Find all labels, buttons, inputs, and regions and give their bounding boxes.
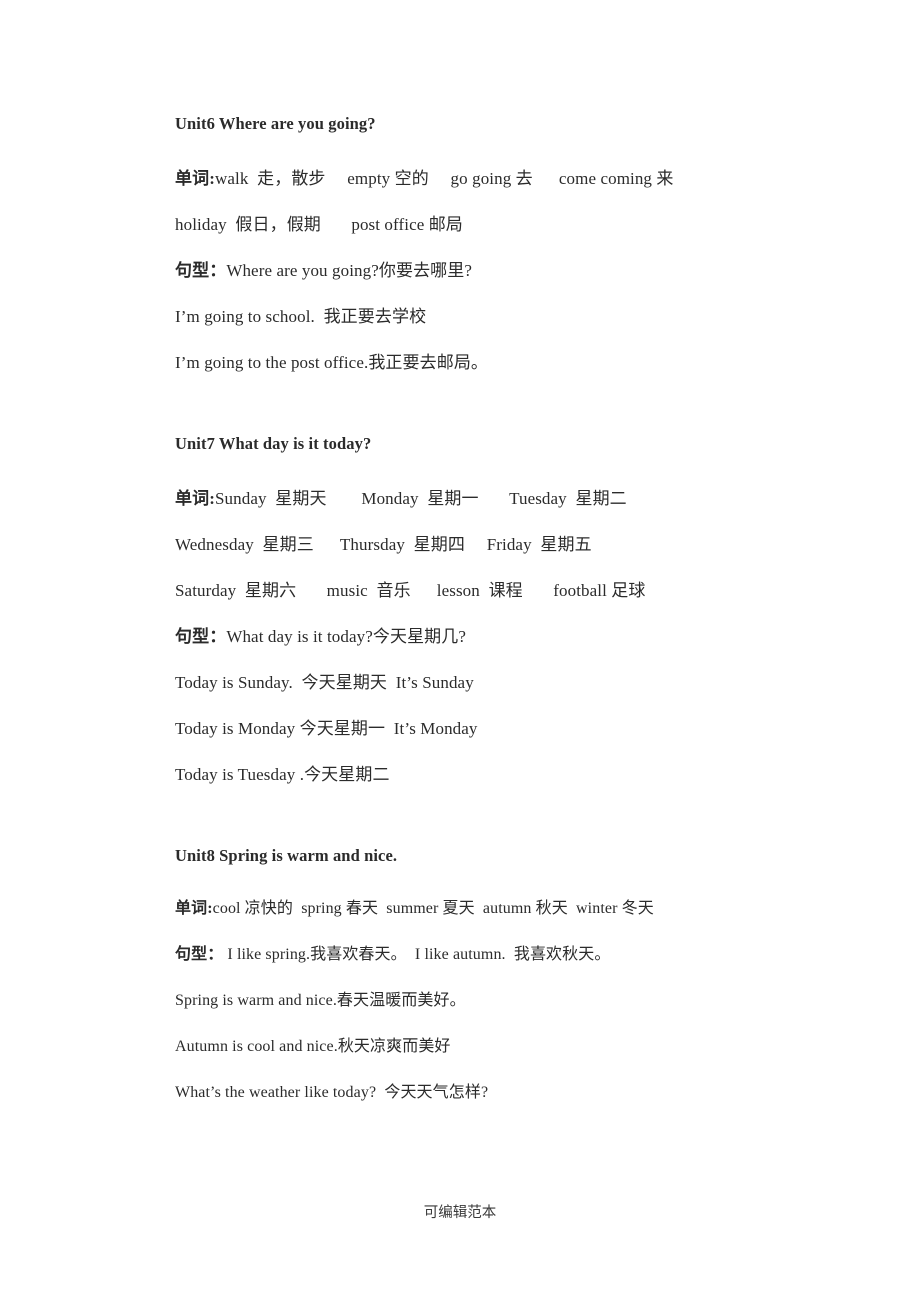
pattern-line: 句型： I like spring.我喜欢春天。 I like autumn. …: [175, 932, 755, 978]
unit-heading: Unit8 Spring is warm and nice.: [175, 846, 398, 865]
pattern-text: Autumn is cool and nice.秋天凉爽而美好: [175, 1038, 451, 1055]
vocabulary-label: 单词:: [175, 900, 213, 917]
vocabulary-line: 单词:cool 凉快的 spring 春天 summer 夏天 autumn 秋…: [175, 886, 755, 932]
pattern-line: 句型：What day is it today?今天星期几?: [175, 614, 755, 660]
pattern-line: Today is Monday 今天星期一 It’s Monday: [175, 706, 755, 752]
pattern-text: Today is Tuesday .今天星期二: [175, 765, 390, 784]
pattern-line: 句型：Where are you going?你要去哪里?: [175, 248, 755, 294]
pattern-label: 句型：: [175, 627, 227, 646]
unit-heading: Unit6 Where are you going?: [175, 114, 376, 133]
pattern-line: Today is Sunday. 今天星期天 It’s Sunday: [175, 660, 755, 706]
vocabulary-text: cool 凉快的 spring 春天 summer 夏天 autumn 秋天 w…: [212, 900, 654, 917]
pattern-text: Where are you going?你要去哪里?: [226, 261, 473, 280]
vocabulary-text: Saturday 星期六 music 音乐 lesson 课程 football…: [175, 581, 646, 600]
pattern-text: I’m going to school. 我正要去学校: [175, 307, 427, 326]
unit-section-unit8: Unit8 Spring is warm and nice. 单词:cool 凉…: [175, 842, 755, 1116]
vocabulary-line: 单词:Sunday 星期天 Monday 星期一 Tuesday 星期二: [175, 476, 755, 522]
pattern-text: What’s the weather like today? 今天天气怎样?: [175, 1084, 489, 1101]
pattern-line: Autumn is cool and nice.秋天凉爽而美好: [175, 1024, 755, 1070]
pattern-text: Spring is warm and nice.春天温暖而美好。: [175, 992, 466, 1009]
pattern-text: Today is Sunday. 今天星期天 It’s Sunday: [175, 673, 474, 692]
vocabulary-line: Wednesday 星期三 Thursday 星期四 Friday 星期五: [175, 522, 755, 568]
vocabulary-label: 单词:: [175, 169, 215, 188]
page-footer: 可编辑范本: [423, 1205, 497, 1221]
unit-section-unit6: Unit6 Where are you going? 单词:walk 走，散步 …: [175, 110, 755, 386]
vocabulary-text: Sunday 星期天 Monday 星期一 Tuesday 星期二: [214, 489, 627, 508]
vocabulary-label: 单词:: [175, 489, 215, 508]
pattern-text: Today is Monday 今天星期一 It’s Monday: [175, 719, 478, 738]
pattern-line: What’s the weather like today? 今天天气怎样?: [175, 1070, 755, 1116]
pattern-label: 句型：: [175, 261, 227, 280]
vocabulary-line: Saturday 星期六 music 音乐 lesson 课程 football…: [175, 568, 755, 614]
pattern-line: Spring is warm and nice.春天温暖而美好。: [175, 978, 755, 1024]
pattern-line: Today is Tuesday .今天星期二: [175, 752, 755, 798]
vocabulary-line: 单词:walk 走，散步 empty 空的 go going 去 come co…: [175, 156, 755, 202]
pattern-text: I like spring.我喜欢春天。 I like autumn. 我喜欢秋…: [223, 946, 611, 963]
pattern-line: I’m going to school. 我正要去学校: [175, 294, 755, 340]
document-page: Unit6 Where are you going? 单词:walk 走，散步 …: [0, 0, 920, 1302]
unit-section-unit7: Unit7 What day is it today? 单词:Sunday 星期…: [175, 430, 755, 798]
unit-heading: Unit7 What day is it today?: [175, 434, 372, 453]
pattern-text: I’m going to the post office.我正要去邮局。: [175, 353, 489, 372]
vocabulary-text: walk 走，散步 empty 空的 go going 去 come comin…: [214, 169, 674, 188]
vocabulary-line: holiday 假日，假期 post office 邮局: [175, 202, 755, 248]
vocabulary-text: holiday 假日，假期 post office 邮局: [175, 215, 463, 234]
pattern-line: I’m going to the post office.我正要去邮局。: [175, 340, 755, 386]
vocabulary-text: Wednesday 星期三 Thursday 星期四 Friday 星期五: [175, 535, 592, 554]
pattern-text: What day is it today?今天星期几?: [226, 627, 467, 646]
pattern-label: 句型：: [175, 946, 224, 963]
